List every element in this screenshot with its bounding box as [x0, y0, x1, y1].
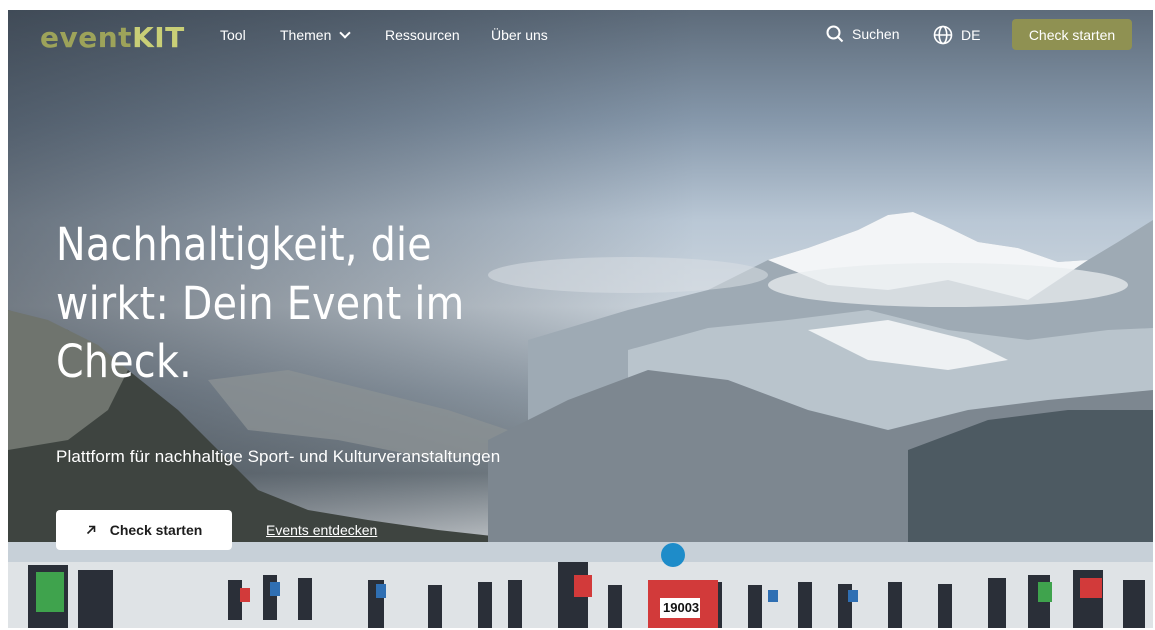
search-button[interactable]: Suchen: [826, 25, 899, 43]
language-switcher[interactable]: DE: [933, 25, 980, 45]
nav-item-themen-label: Themen: [280, 27, 332, 43]
language-label: DE: [961, 27, 981, 43]
nav-item-tool[interactable]: Tool: [220, 27, 246, 43]
logo-event-text: event: [40, 21, 133, 54]
events-entdecken-link[interactable]: Events entdecken: [266, 522, 377, 538]
nav-item-uber-uns[interactable]: Über uns: [491, 27, 548, 43]
globe-icon: [933, 25, 953, 45]
hero-check-starten-button[interactable]: Check starten: [56, 510, 232, 550]
nav-item-themen[interactable]: Themen: [280, 27, 352, 43]
search-icon: [826, 25, 844, 43]
chevron-down-icon: [339, 27, 352, 39]
logo-kit-text: KIT: [132, 21, 185, 54]
search-label: Suchen: [852, 26, 900, 42]
arrow-up-right-icon: [86, 525, 96, 535]
nav-check-starten-button[interactable]: Check starten: [1012, 19, 1132, 50]
hero-section: 19003 eventKIT Tool Themen Ressourcen Üb…: [8, 10, 1153, 628]
hero-check-starten-label: Check starten: [109, 522, 203, 538]
bib-number: 19003: [663, 600, 700, 615]
top-navigation: eventKIT Tool Themen Ressourcen Über uns…: [8, 10, 1153, 62]
logo[interactable]: eventKIT: [40, 21, 185, 54]
nav-item-ressourcen[interactable]: Ressourcen: [385, 27, 460, 43]
hero-subline: Plattform für nachhaltige Sport- und Kul…: [56, 447, 501, 466]
hero-headline: Nachhaltigkeit, die wirkt: Dein Event im…: [56, 218, 465, 388]
